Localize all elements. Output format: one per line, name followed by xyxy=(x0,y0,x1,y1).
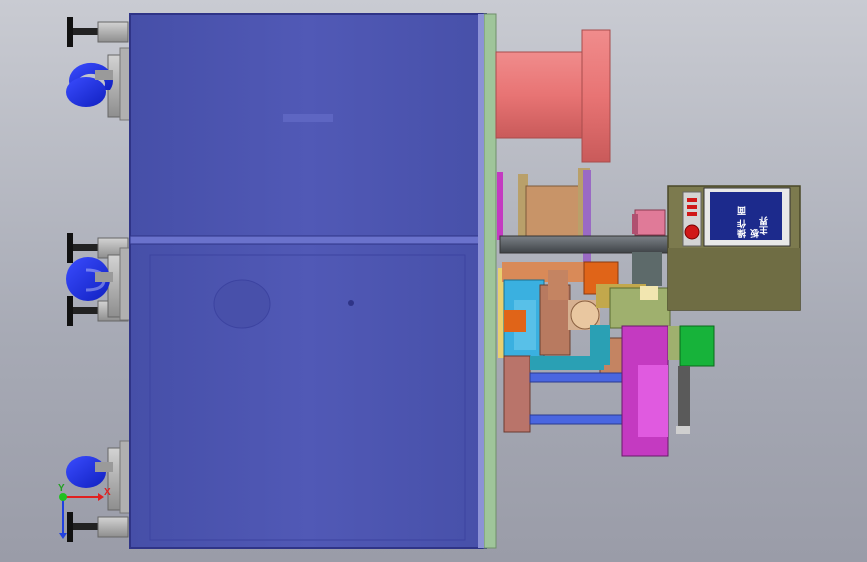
guide-rod xyxy=(499,235,669,254)
x-axis-label: X xyxy=(104,487,111,498)
cabinet-side-rail xyxy=(478,14,484,548)
coordinate-triad-icon xyxy=(59,493,104,539)
pink-roller[interactable] xyxy=(495,29,611,163)
y-axis-label: Y xyxy=(58,483,65,494)
leveling-foot-icon xyxy=(67,512,129,542)
cad-viewport[interactable] xyxy=(0,0,867,562)
hmi-screen-text-sub: 主界 xyxy=(760,216,770,235)
caster-wheel-icon xyxy=(66,47,135,121)
emergency-stop-icon[interactable] xyxy=(682,191,702,247)
leveling-foot-icon xyxy=(67,17,129,47)
frame-plate xyxy=(483,13,497,549)
green-sensor-box xyxy=(679,325,715,367)
caster-wheel-icon xyxy=(66,440,135,514)
hmi-control-box[interactable] xyxy=(667,185,801,311)
main-cabinet[interactable] xyxy=(129,13,487,549)
